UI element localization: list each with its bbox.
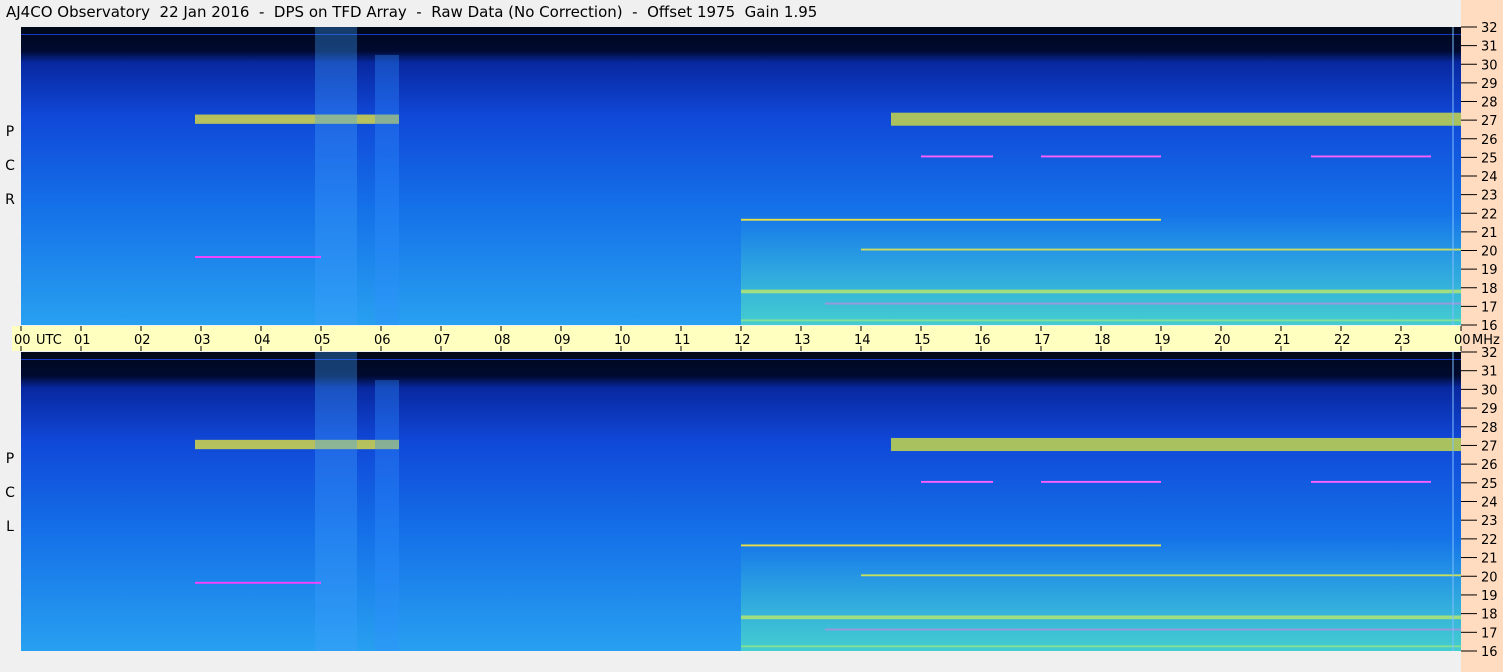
feature-line: [1311, 155, 1431, 158]
time-tick-label: 05: [314, 333, 331, 348]
freq-tick-label: 23: [1481, 189, 1498, 204]
freq-tick-label: 18: [1481, 608, 1498, 623]
freq-tick-label: 16: [1481, 645, 1498, 660]
feature-burst: [315, 27, 357, 325]
feature-glow: [741, 538, 1461, 651]
freq-tick-label: 26: [1481, 458, 1498, 473]
freq-tick-label: 28: [1481, 421, 1498, 436]
time-tick-label: 18: [1094, 333, 1111, 348]
freq-tick-label: 30: [1481, 58, 1498, 73]
freq-tick-label: 18: [1481, 282, 1498, 297]
freq-tick-label: 26: [1481, 133, 1498, 148]
freq-tick-label: 32: [1481, 21, 1498, 36]
freq-tick-label: 17: [1481, 300, 1498, 315]
freq-tick-label: 21: [1481, 552, 1498, 567]
time-unit-label: UTC: [36, 333, 62, 348]
time-tick-label: 09: [554, 333, 571, 348]
feature-band: [891, 112, 1461, 126]
freq-tick-label: 24: [1481, 170, 1498, 185]
time-tick-label: 10: [614, 333, 631, 348]
freq-tick-label: 19: [1481, 589, 1498, 604]
feature-burst: [315, 352, 357, 651]
freq-tick-label: 29: [1481, 402, 1498, 417]
feature-glow: [741, 213, 1461, 325]
freq-unit-label: MHz: [1472, 333, 1500, 348]
freq-tick-label: 20: [1481, 245, 1498, 260]
feature-burst: [375, 380, 399, 651]
feature-line: [195, 256, 321, 258]
feature-line: [195, 581, 321, 584]
feature-line: [921, 155, 993, 158]
feature-line: [1041, 480, 1161, 483]
time-tick-label: 20: [1214, 333, 1231, 348]
time-tick-label: 13: [794, 333, 811, 348]
freq-tick-label: 22: [1481, 207, 1498, 222]
time-tick-label: 02: [134, 333, 151, 348]
freq-tick-label: 31: [1481, 40, 1498, 55]
time-tick-label: 16: [974, 333, 991, 348]
freq-tick-label: 16: [1481, 319, 1498, 334]
time-tick-label: 11: [674, 333, 691, 348]
freq-tick-label: 27: [1481, 114, 1498, 129]
feature-band: [195, 439, 399, 450]
freq-tick-label: 32: [1481, 346, 1498, 361]
feature-band: [195, 114, 399, 124]
rcp-panel: [21, 27, 1461, 325]
time-tick-label: 07: [434, 333, 451, 348]
time-tick-label: 08: [494, 333, 511, 348]
freq-tick-label: 24: [1481, 496, 1498, 511]
time-tick-label: 15: [914, 333, 931, 348]
spectrogram: 32 31 30 29 28 27 26 25 24 23 22 21 20 19 18 17 16 32 31 30…: [12, 0, 1503, 672]
time-tick-label: 12: [734, 333, 751, 348]
freq-tick-label: 17: [1481, 626, 1498, 641]
time-tick-label: 04: [254, 333, 271, 348]
freq-tick-label: 25: [1481, 477, 1498, 492]
feature-line: [1311, 480, 1431, 483]
time-tick-label: 17: [1034, 333, 1051, 348]
time-tick-label: 00: [1454, 333, 1471, 348]
freq-tick-label: 28: [1481, 96, 1498, 111]
time-tick-label: 01: [74, 333, 91, 348]
freq-tick-label: 21: [1481, 226, 1498, 241]
freq-tick-label: 27: [1481, 439, 1498, 454]
freq-tick-label: 31: [1481, 365, 1498, 380]
freq-tick-label: 30: [1481, 383, 1498, 398]
freq-tick-label: 20: [1481, 570, 1498, 585]
freq-tick-label: 23: [1481, 514, 1498, 529]
feature-line: [1041, 155, 1161, 158]
time-tick-label: 00: [14, 333, 31, 348]
feature-band: [891, 437, 1461, 452]
time-tick-label: 22: [1334, 333, 1351, 348]
time-tick-label: 06: [374, 333, 391, 348]
freq-tick-label: 29: [1481, 77, 1498, 92]
time-tick-label: 23: [1394, 333, 1411, 348]
time-tick-label: 03: [194, 333, 211, 348]
freq-tick-label: 19: [1481, 263, 1498, 278]
time-tick-label: 19: [1154, 333, 1171, 348]
freq-tick-label: 22: [1481, 533, 1498, 548]
lcp-panel: [21, 352, 1461, 651]
time-tick-label: 21: [1274, 333, 1291, 348]
feature-burst: [375, 54, 399, 325]
time-tick-label: 14: [854, 333, 871, 348]
freq-tick-label: 25: [1481, 151, 1498, 166]
feature-line: [921, 480, 993, 483]
